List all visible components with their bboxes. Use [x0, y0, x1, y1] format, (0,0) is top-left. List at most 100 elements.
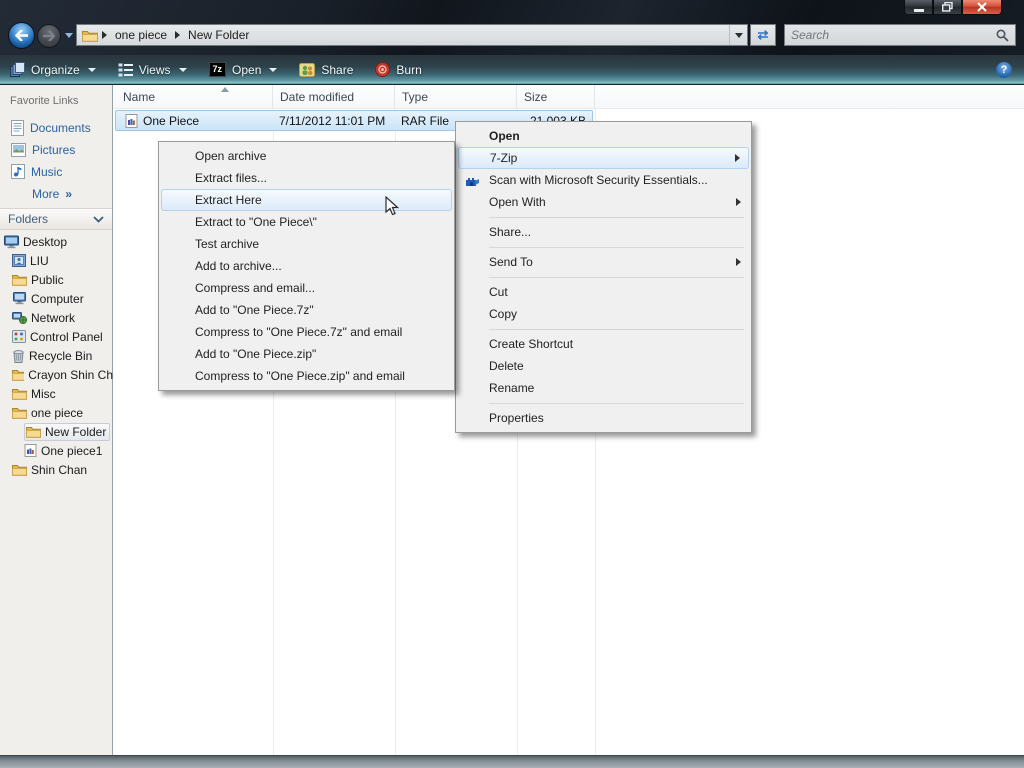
submenu-item-add-to-7z[interactable]: Add to "One Piece.7z": [161, 299, 452, 321]
breadcrumb-segment[interactable]: one piece: [109, 28, 173, 42]
chevron-down-icon: [269, 68, 277, 72]
menu-item-rename[interactable]: Rename: [458, 377, 749, 399]
open-button[interactable]: 7z Open: [209, 62, 278, 77]
computer-icon: [12, 292, 27, 305]
column-headers: Name Date modified Type Size: [113, 85, 1024, 109]
menu-item-open-with[interactable]: Open With: [458, 191, 749, 213]
tree-item-computer[interactable]: Computer: [0, 289, 113, 308]
refresh-button[interactable]: ⇄: [750, 24, 776, 46]
folders-band[interactable]: Folders: [0, 208, 112, 230]
help-button[interactable]: ?: [996, 62, 1012, 78]
submenu-item-test-archive[interactable]: Test archive: [161, 233, 452, 255]
organize-button[interactable]: Organize: [10, 62, 96, 77]
folder-icon: [12, 464, 27, 476]
tree-item-label: Crayon Shin Ch: [28, 368, 113, 382]
sidebar-item-documents[interactable]: Documents: [0, 117, 113, 138]
column-header-name[interactable]: Name: [113, 85, 273, 109]
organize-icon: [10, 62, 25, 77]
submenu-item-add-to-archive[interactable]: Add to archive...: [161, 255, 452, 277]
tree-item-label: LIU: [30, 254, 49, 268]
tree-item-new-folder[interactable]: New Folder: [0, 422, 113, 441]
sidebar-item-pictures[interactable]: Pictures: [0, 139, 113, 160]
submenu-item-open-archive[interactable]: Open archive: [161, 145, 452, 167]
address-bar[interactable]: one piece New Folder: [76, 24, 748, 46]
chevron-down-icon: [179, 68, 187, 72]
menu-item-create-shortcut[interactable]: Create Shortcut: [458, 333, 749, 355]
sevenzip-icon: 7z: [209, 62, 227, 77]
sidebar-item-label: Pictures: [32, 143, 75, 157]
menu-item-open[interactable]: Open: [458, 125, 749, 147]
submenu-item-compress-zip-email[interactable]: Compress to "One Piece.zip" and email: [161, 365, 452, 387]
menu-item-properties[interactable]: Properties: [458, 407, 749, 429]
tree-item-misc[interactable]: Misc: [0, 384, 113, 403]
burn-button[interactable]: Burn: [375, 62, 421, 77]
back-button[interactable]: [8, 22, 35, 49]
recycle-bin-icon: [12, 349, 25, 363]
sidebar: Favorite Links Documents Pictures: [0, 85, 113, 755]
menu-item-share[interactable]: Share...: [458, 221, 749, 243]
folder-icon: [26, 426, 41, 438]
tree-item-desktop[interactable]: Desktop: [0, 232, 113, 251]
views-button[interactable]: Views: [118, 63, 187, 77]
minimize-icon: [914, 3, 924, 12]
submenu-item-compress-7z-email[interactable]: Compress to "One Piece.7z" and email: [161, 321, 452, 343]
submenu-item-compress-and-email[interactable]: Compress and email...: [161, 277, 452, 299]
submenu-item-extract-files[interactable]: Extract files...: [161, 167, 452, 189]
tree-item-public[interactable]: Public: [0, 270, 113, 289]
navigation-bar: one piece New Folder ⇄: [0, 22, 1024, 48]
file-name: One Piece: [143, 114, 199, 128]
breadcrumb-segment[interactable]: New Folder: [182, 28, 255, 42]
tree-item-crayon-shin-chan[interactable]: Crayon Shin Ch: [0, 365, 113, 384]
history-dropdown-icon[interactable]: [65, 33, 73, 38]
forward-arrow-icon: [43, 31, 55, 41]
sidebar-item-more[interactable]: More »: [0, 183, 113, 204]
sidebar-item-music[interactable]: Music: [0, 161, 113, 182]
share-icon: [299, 63, 315, 77]
column-header-size[interactable]: Size: [517, 85, 595, 109]
rar-file-icon: [125, 114, 138, 128]
sidebar-item-label: Documents: [30, 121, 91, 135]
share-label: Share: [321, 63, 353, 77]
menu-item-copy[interactable]: Copy: [458, 303, 749, 325]
submenu-item-extract-here[interactable]: Extract Here: [161, 189, 452, 211]
file-type: RAR File: [401, 114, 449, 128]
menu-item-send-to[interactable]: Send To: [458, 251, 749, 273]
tree-item-control-panel[interactable]: Control Panel: [0, 327, 113, 346]
tree-item-label: Network: [31, 311, 75, 325]
tree-item-label: Control Panel: [30, 330, 103, 344]
menu-item-cut[interactable]: Cut: [458, 281, 749, 303]
folder-icon: [12, 369, 24, 381]
tree-item-shin-chan[interactable]: Shin Chan: [0, 460, 113, 479]
tree-item-network[interactable]: Network: [0, 308, 113, 327]
tree-item-recycle-bin[interactable]: Recycle Bin: [0, 346, 113, 365]
address-dropdown-button[interactable]: [729, 25, 747, 45]
tree-item-label: One piece1: [41, 444, 102, 458]
column-header-type[interactable]: Type: [395, 85, 517, 109]
submenu-item-add-to-zip[interactable]: Add to "One Piece.zip": [161, 343, 452, 365]
sevenzip-submenu: Open archive Extract files... Extract He…: [158, 141, 455, 391]
menu-item-scan-mse[interactable]: Scan with Microsoft Security Essentials.…: [458, 169, 749, 191]
forward-button[interactable]: [37, 24, 61, 48]
search-input[interactable]: [785, 28, 996, 42]
chevron-down-icon: [735, 33, 743, 38]
menu-item-7zip[interactable]: 7-Zip: [458, 147, 749, 169]
views-icon: [118, 63, 133, 77]
file-date-modified: 7/11/2012 11:01 PM: [279, 114, 385, 128]
tree-item-label: Computer: [31, 292, 84, 306]
menu-separator: [458, 399, 749, 407]
breadcrumb-arrow-icon: [102, 31, 107, 39]
minimize-button[interactable]: [904, 0, 933, 15]
chevron-down-icon: [88, 68, 96, 72]
open-label: Open: [232, 63, 261, 77]
restore-button[interactable]: [933, 0, 962, 15]
submenu-item-extract-to[interactable]: Extract to "One Piece\": [161, 211, 452, 233]
tree-item-label: Shin Chan: [31, 463, 87, 477]
close-button[interactable]: [962, 0, 1002, 15]
tree-item-one-piece[interactable]: one piece: [0, 403, 113, 422]
tree-item-one-piece1[interactable]: One piece1: [0, 441, 113, 460]
column-header-date-modified[interactable]: Date modified: [273, 85, 395, 109]
menu-item-delete[interactable]: Delete: [458, 355, 749, 377]
share-button[interactable]: Share: [299, 63, 353, 77]
tree-item-liu[interactable]: LIU: [0, 251, 113, 270]
documents-icon: [11, 120, 24, 136]
